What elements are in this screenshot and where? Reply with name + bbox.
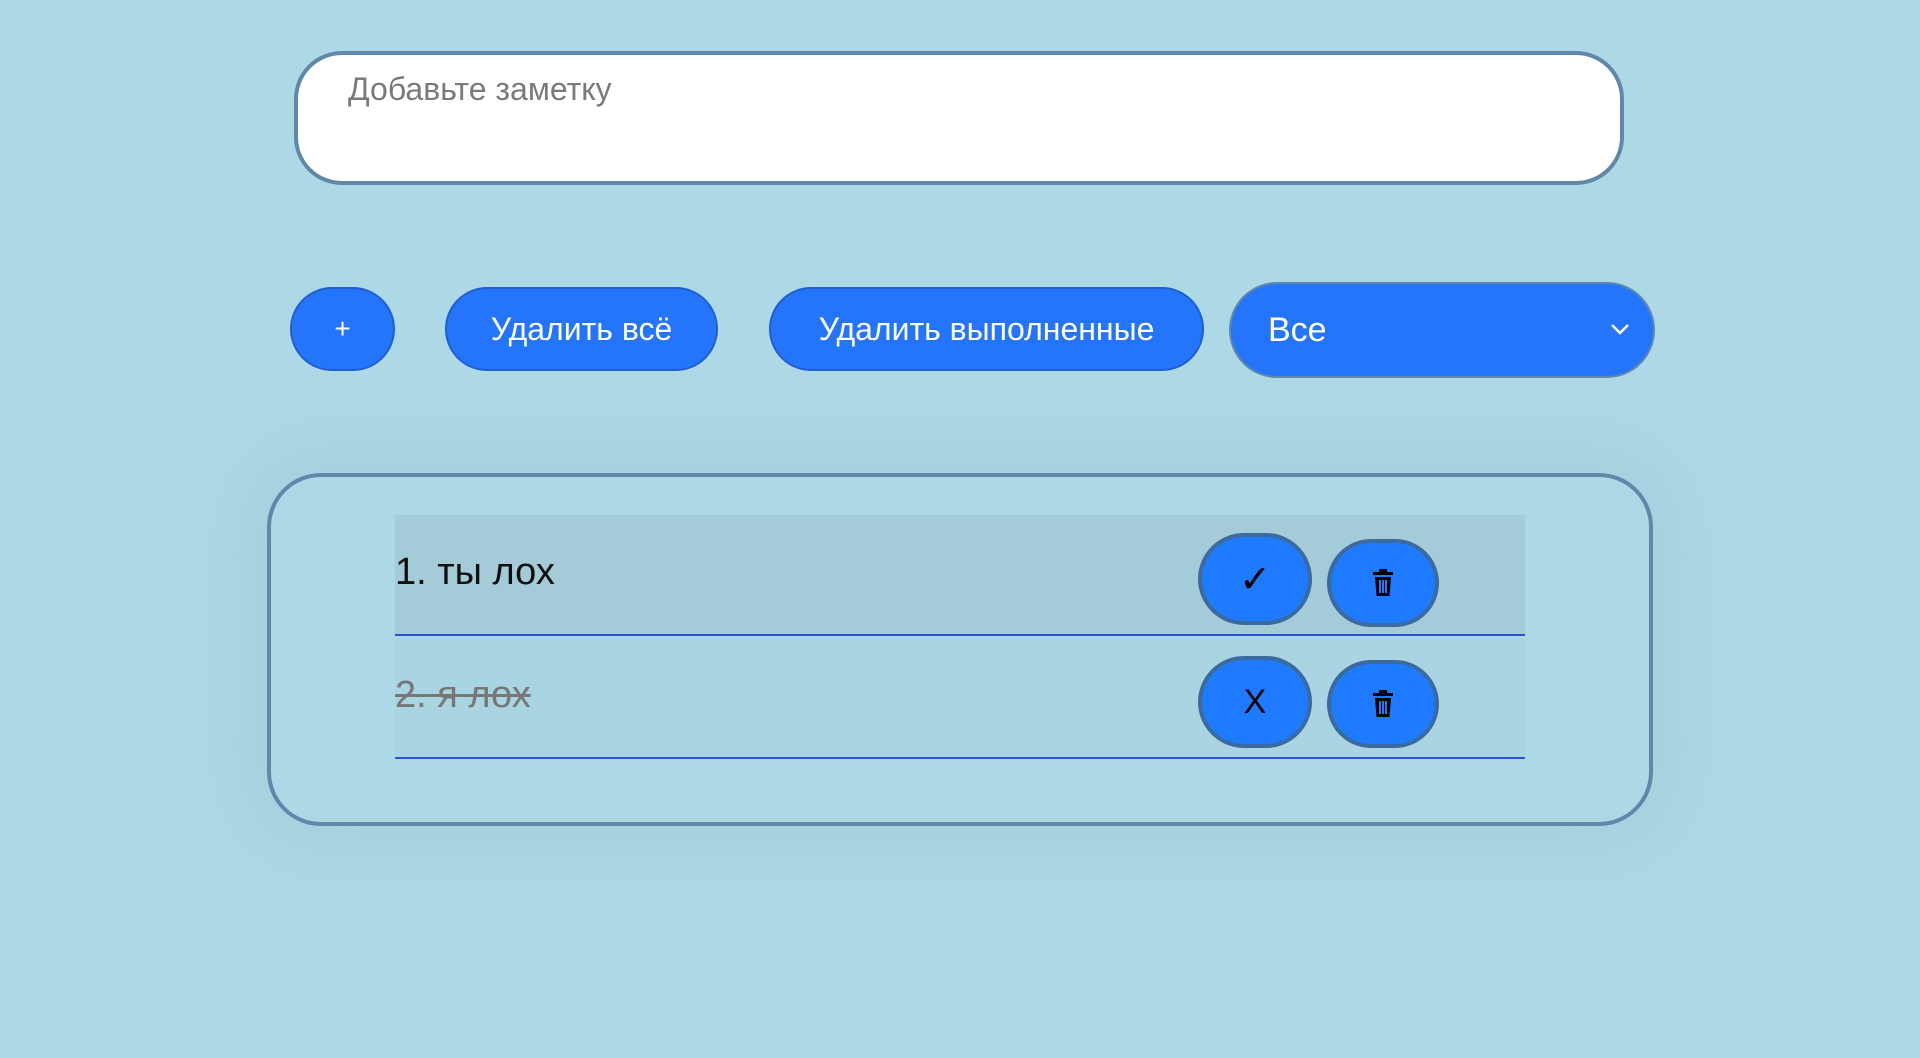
cross-icon: X xyxy=(1243,682,1267,721)
add-button[interactable]: + xyxy=(290,287,395,371)
chevron-down-icon xyxy=(1611,324,1629,335)
trash-icon xyxy=(1373,569,1393,596)
delete-completed-button[interactable]: Удалить выполненные xyxy=(769,287,1204,371)
todo-item: 2. я лох X xyxy=(395,638,1525,759)
filter-selected-value: Все xyxy=(1268,310,1327,349)
todo-app: + Удалить всё Удалить выполненные Все 1.… xyxy=(0,0,1920,1058)
todo-text: 1. ты лох xyxy=(395,551,555,593)
trash-icon xyxy=(1373,690,1393,717)
todo-text: 2. я лох xyxy=(395,674,531,716)
checkmark-icon: ✓ xyxy=(1239,558,1271,601)
delete-all-button[interactable]: Удалить всё xyxy=(445,287,718,371)
delete-item-button[interactable] xyxy=(1327,539,1439,627)
delete-item-button[interactable] xyxy=(1327,660,1439,748)
complete-toggle-button[interactable]: ✓ xyxy=(1198,533,1312,625)
note-input[interactable] xyxy=(294,51,1624,185)
todo-item: 1. ты лох ✓ xyxy=(395,515,1525,636)
undo-toggle-button[interactable]: X xyxy=(1198,656,1312,748)
filter-select[interactable]: Все xyxy=(1229,282,1655,378)
